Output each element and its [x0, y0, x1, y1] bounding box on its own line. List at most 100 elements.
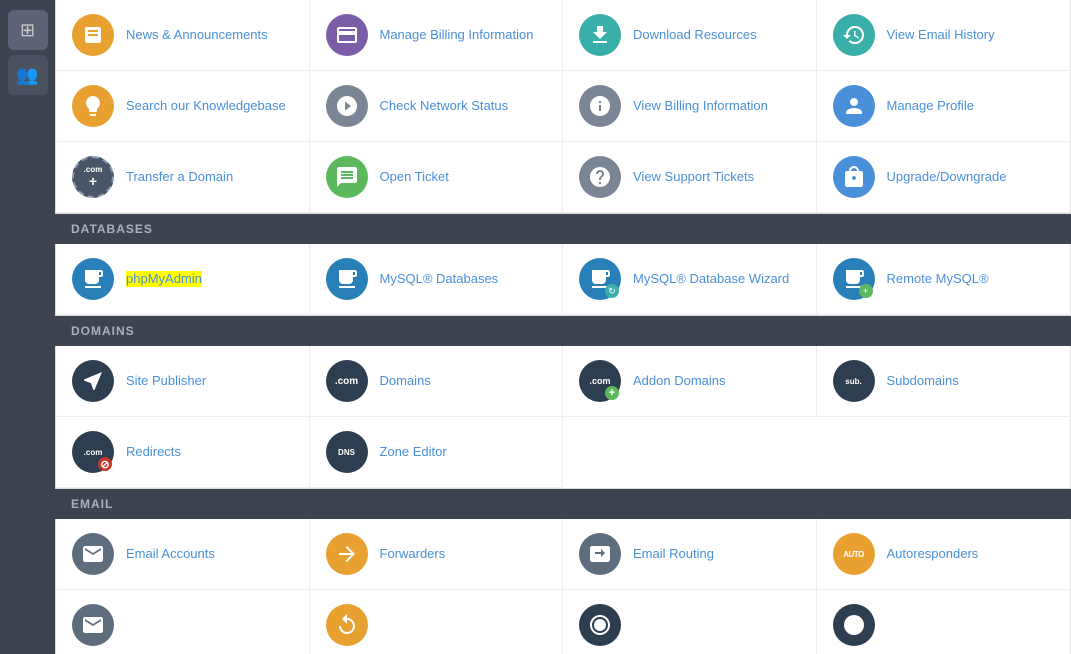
tile-manage-billing[interactable]: Manage Billing Information	[310, 0, 564, 71]
tile-site-publisher-label: Site Publisher	[126, 373, 206, 390]
tile-knowledgebase-label: Search our Knowledgebase	[126, 98, 286, 115]
tile-network-label: Check Network Status	[380, 98, 509, 115]
tile-email-accounts-label: Email Accounts	[126, 546, 215, 563]
tile-subdomains-label: Subdomains	[887, 373, 959, 390]
tile-manage-billing-label: Manage Billing Information	[380, 27, 534, 44]
tile-subdomains[interactable]: sub. Subdomains	[817, 346, 1071, 417]
main-content: News & Announcements Manage Billing Info…	[55, 0, 1071, 654]
forwarders-icon	[326, 533, 368, 575]
tile-view-email-history[interactable]: View Email History	[817, 0, 1071, 71]
phpmyadmin-icon	[72, 258, 114, 300]
tile-email-row2-3[interactable]	[563, 590, 817, 654]
network-icon	[326, 85, 368, 127]
general-tile-grid: News & Announcements Manage Billing Info…	[55, 0, 1071, 214]
domains-tile-grid: Site Publisher .com Domains .com + Addon…	[55, 346, 1071, 489]
tile-email-history-label: View Email History	[887, 27, 995, 44]
tile-open-ticket-label: Open Ticket	[380, 169, 449, 186]
tile-remote-mysql[interactable]: + Remote MySQL®	[817, 244, 1071, 315]
mysql-wizard-icon: ↻	[579, 258, 621, 300]
tile-email-accounts[interactable]: Email Accounts	[56, 519, 310, 590]
tile-transfer-domain[interactable]: .com + Transfer a Domain	[56, 142, 310, 213]
mysql-icon	[326, 258, 368, 300]
redirects-icon: .com ⊘	[72, 431, 114, 473]
tile-autoresponders-label: Autoresponders	[887, 546, 979, 563]
tile-manage-profile[interactable]: Manage Profile	[817, 71, 1071, 142]
tile-view-billing[interactable]: View Billing Information	[563, 71, 817, 142]
email-routing-icon	[579, 533, 621, 575]
email-tile-grid: Email Accounts Forwarders Email Routing …	[55, 519, 1071, 654]
manage-profile-icon	[833, 85, 875, 127]
view-support-icon	[579, 156, 621, 198]
tile-view-support-label: View Support Tickets	[633, 169, 754, 186]
tile-news[interactable]: News & Announcements	[56, 0, 310, 71]
tile-autoresponders[interactable]: AUTO Autoresponders	[817, 519, 1071, 590]
section-general: News & Announcements Manage Billing Info…	[55, 0, 1071, 214]
tile-mysql-wizard-label: MySQL® Database Wizard	[633, 271, 789, 288]
tile-redirects-label: Redirects	[126, 444, 181, 461]
sidebar: ⊞ 👥	[0, 0, 55, 654]
addon-domains-icon: .com +	[579, 360, 621, 402]
download-icon	[579, 14, 621, 56]
email-header: EMAIL	[55, 489, 1071, 519]
zone-editor-icon: DNS	[326, 431, 368, 473]
tile-domains[interactable]: .com Domains	[310, 346, 564, 417]
tile-mysql-databases[interactable]: MySQL® Databases	[310, 244, 564, 315]
section-email: EMAIL Email Accounts Forwarders Email Ro…	[55, 489, 1071, 654]
tile-addon-domains[interactable]: .com + Addon Domains	[563, 346, 817, 417]
tile-download-resources[interactable]: Download Resources	[563, 0, 817, 71]
tile-forwarders-label: Forwarders	[380, 546, 446, 563]
tile-check-network[interactable]: Check Network Status	[310, 71, 564, 142]
manage-billing-icon	[326, 14, 368, 56]
tile-addon-domains-label: Addon Domains	[633, 373, 726, 390]
tile-phpmyadmin-label: phpMyAdmin	[126, 271, 202, 288]
tile-email-row2-4[interactable]	[817, 590, 1071, 654]
remote-mysql-icon: +	[833, 258, 875, 300]
view-billing-icon	[579, 85, 621, 127]
tile-domains-label: Domains	[380, 373, 431, 390]
tile-phpmyadmin[interactable]: phpMyAdmin	[56, 244, 310, 315]
databases-tile-grid: phpMyAdmin MySQL® Databases ↻ MySQL® Dat…	[55, 244, 1071, 316]
tile-mysql-wizard[interactable]: ↻ MySQL® Database Wizard	[563, 244, 817, 315]
tile-search-knowledgebase[interactable]: Search our Knowledgebase	[56, 71, 310, 142]
tile-forwarders[interactable]: Forwarders	[310, 519, 564, 590]
tile-email-row2-2[interactable]	[310, 590, 564, 654]
email-row2-3-icon	[579, 604, 621, 646]
email-accounts-icon	[72, 533, 114, 575]
tile-upgrade[interactable]: Upgrade/Downgrade	[817, 142, 1071, 213]
tile-upgrade-label: Upgrade/Downgrade	[887, 169, 1007, 186]
domains-icon: .com	[326, 360, 368, 402]
email-history-icon	[833, 14, 875, 56]
tile-email-row2-1[interactable]	[56, 590, 310, 654]
section-databases: DATABASES phpMyAdmin MySQL® Databases ↻	[55, 214, 1071, 316]
tile-manage-profile-label: Manage Profile	[887, 98, 974, 115]
transfer-domain-icon: .com +	[72, 156, 114, 198]
autoresponders-icon: AUTO	[833, 533, 875, 575]
tile-mysql-label: MySQL® Databases	[380, 271, 499, 288]
tile-transfer-label: Transfer a Domain	[126, 169, 233, 186]
news-icon	[72, 14, 114, 56]
tile-news-label: News & Announcements	[126, 27, 268, 44]
tile-download-label: Download Resources	[633, 27, 757, 44]
tile-site-publisher[interactable]: Site Publisher	[56, 346, 310, 417]
section-domains: DOMAINS Site Publisher .com Domains .com…	[55, 316, 1071, 489]
site-publisher-icon	[72, 360, 114, 402]
tile-open-ticket[interactable]: Open Ticket	[310, 142, 564, 213]
tile-remote-mysql-label: Remote MySQL®	[887, 271, 989, 288]
tile-zone-editor[interactable]: DNS Zone Editor	[310, 417, 564, 488]
tile-redirects[interactable]: .com ⊘ Redirects	[56, 417, 310, 488]
tile-zone-editor-label: Zone Editor	[380, 444, 447, 461]
email-row2-1-icon	[72, 604, 114, 646]
users-icon[interactable]: 👥	[8, 55, 48, 95]
grid-icon[interactable]: ⊞	[8, 10, 48, 50]
email-row2-2-icon	[326, 604, 368, 646]
subdomains-icon: sub.	[833, 360, 875, 402]
databases-header: DATABASES	[55, 214, 1071, 244]
tile-view-support[interactable]: View Support Tickets	[563, 142, 817, 213]
tile-email-routing-label: Email Routing	[633, 546, 714, 563]
email-row2-4-icon	[833, 604, 875, 646]
domains-header: DOMAINS	[55, 316, 1071, 346]
knowledgebase-icon	[72, 85, 114, 127]
tile-email-routing[interactable]: Email Routing	[563, 519, 817, 590]
upgrade-icon	[833, 156, 875, 198]
tile-view-billing-label: View Billing Information	[633, 98, 768, 115]
